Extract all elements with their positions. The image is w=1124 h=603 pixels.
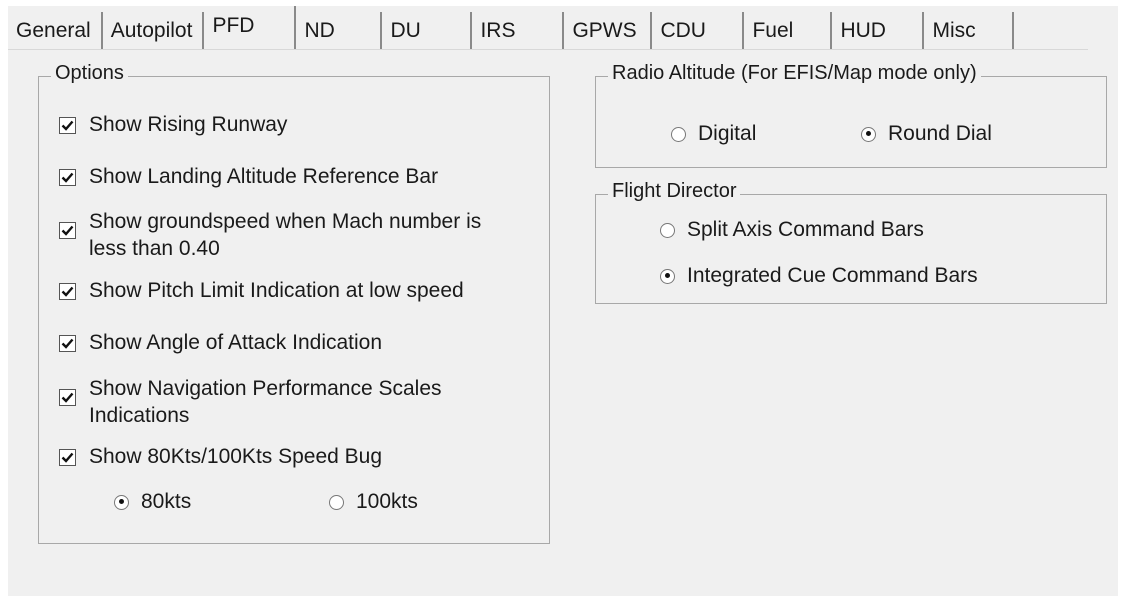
tab-bar: General Autopilot PFD ND DU IRS GPWS CDU…	[8, 6, 1088, 50]
radio-label: Digital	[698, 122, 757, 145]
tab-pfd[interactable]: PFD	[204, 6, 297, 50]
option-label: Show groundspeed when Mach number is les…	[89, 210, 482, 260]
radio-indicator[interactable]	[861, 126, 876, 142]
tab-misc[interactable]: Misc	[924, 12, 1015, 50]
speed-bug-checkbox[interactable]	[59, 449, 76, 466]
flight-director-integrated-cue-radio[interactable]: Integrated Cue Command Bars	[660, 264, 978, 288]
option-label: Show Landing Altitude Reference Bar	[89, 165, 439, 188]
radio-altitude-round-dial-radio[interactable]: Round Dial	[861, 122, 992, 146]
radio-indicator[interactable]	[660, 222, 675, 238]
radio-label: 80kts	[141, 490, 192, 513]
flight-director-legend: Flight Director	[608, 180, 741, 203]
radio-label: 100kts	[356, 490, 418, 513]
option-label: Show Navigation Performance Scales Indic…	[89, 377, 442, 427]
options-group: Options Show Rising Runway Show Landing …	[38, 62, 550, 544]
tab-cdu[interactable]: CDU	[652, 12, 745, 50]
radio-label: Split Axis Command Bars	[687, 218, 924, 241]
radio-altitude-digital-radio[interactable]: Digital	[671, 122, 756, 146]
radio-indicator[interactable]	[660, 268, 675, 284]
radio-label: Integrated Cue Command Bars	[687, 264, 978, 287]
tab-divider	[8, 49, 1088, 50]
option-angle-of-attack[interactable]: Show Angle of Attack Indication	[59, 329, 382, 356]
option-rising-runway[interactable]: Show Rising Runway	[59, 111, 287, 138]
speed-bug-100kts-radio[interactable]: 100kts	[329, 490, 418, 514]
radio-altitude-legend: Radio Altitude (For EFIS/Map mode only)	[608, 62, 981, 85]
flight-director-split-axis-radio[interactable]: Split Axis Command Bars	[660, 218, 924, 242]
option-label: Show Rising Runway	[89, 113, 288, 136]
rising-runway-checkbox[interactable]	[59, 117, 76, 134]
nav-performance-checkbox[interactable]	[59, 389, 76, 406]
radio-indicator[interactable]	[671, 126, 686, 142]
tab-irs[interactable]: IRS	[472, 12, 565, 50]
tab-autopilot[interactable]: Autopilot	[103, 12, 205, 50]
option-label: Show Pitch Limit Indication at low speed	[89, 279, 464, 302]
pitch-limit-checkbox[interactable]	[59, 283, 76, 300]
tab-fuel[interactable]: Fuel	[744, 12, 833, 50]
flight-director-group: Flight Director Split Axis Command Bars …	[595, 180, 1107, 304]
tab-nd[interactable]: ND	[296, 12, 383, 50]
tab-du[interactable]: DU	[382, 12, 473, 50]
option-groundspeed[interactable]: Show groundspeed when Mach number is les…	[59, 208, 519, 262]
radio-indicator[interactable]	[329, 494, 344, 510]
option-label: Show 80Kts/100Kts Speed Bug	[89, 445, 383, 468]
radio-altitude-group: Radio Altitude (For EFIS/Map mode only) …	[595, 62, 1107, 168]
speed-bug-80kts-radio[interactable]: 80kts	[114, 490, 191, 514]
landing-altitude-checkbox[interactable]	[59, 169, 76, 186]
option-landing-altitude-bar[interactable]: Show Landing Altitude Reference Bar	[59, 163, 438, 190]
radio-label: Round Dial	[888, 122, 992, 145]
tab-gpws[interactable]: GPWS	[564, 12, 653, 50]
option-nav-performance[interactable]: Show Navigation Performance Scales Indic…	[59, 375, 479, 429]
options-legend: Options	[51, 62, 128, 85]
option-label: Show Angle of Attack Indication	[89, 331, 383, 354]
option-speed-bug[interactable]: Show 80Kts/100Kts Speed Bug	[59, 443, 382, 470]
pfd-settings-dialog: General Autopilot PFD ND DU IRS GPWS CDU…	[8, 6, 1118, 596]
radio-indicator[interactable]	[114, 494, 129, 510]
option-pitch-limit[interactable]: Show Pitch Limit Indication at low speed	[59, 277, 464, 304]
tab-hud[interactable]: HUD	[832, 12, 925, 50]
groundspeed-checkbox[interactable]	[59, 222, 76, 239]
tab-general[interactable]: General	[8, 12, 103, 50]
angle-of-attack-checkbox[interactable]	[59, 335, 76, 352]
